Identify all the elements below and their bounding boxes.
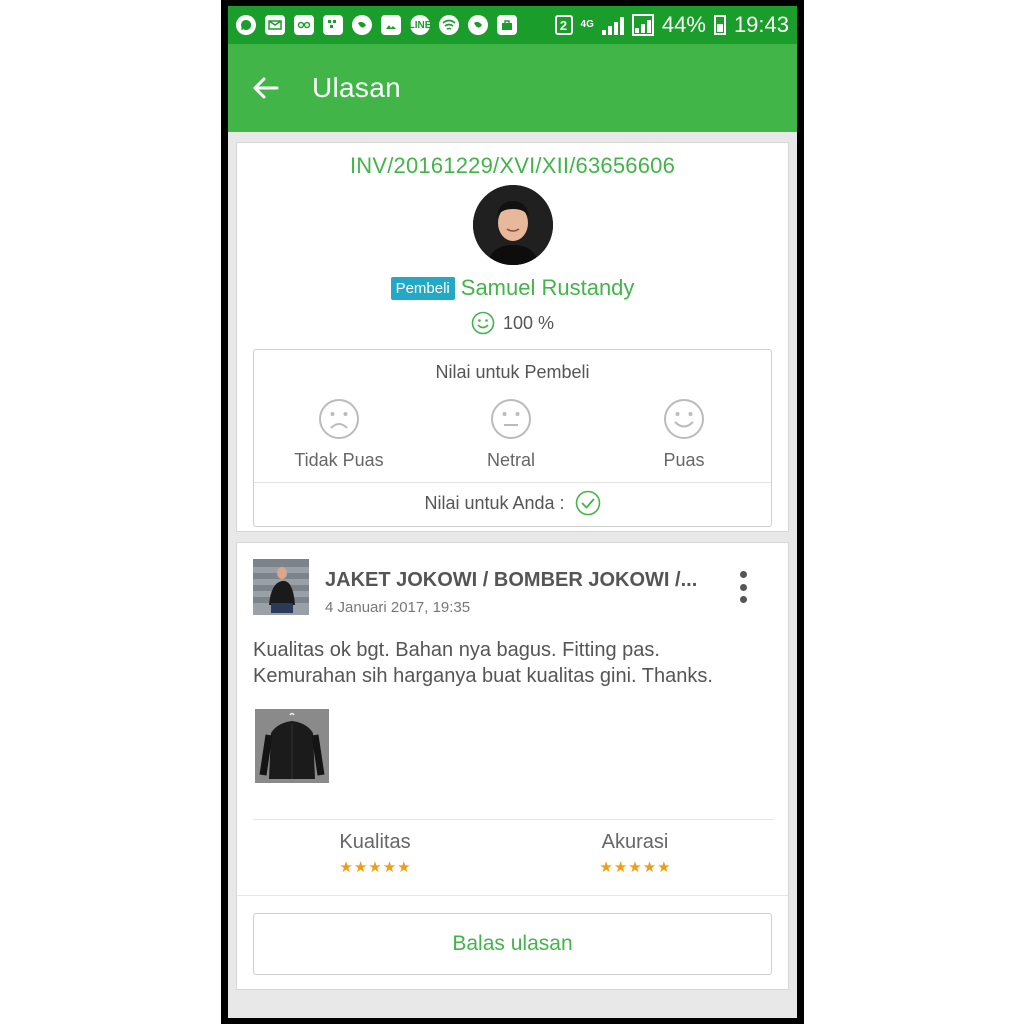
signal-icon	[601, 15, 624, 35]
your-rating-row: Nilai untuk Anda :	[254, 490, 771, 516]
reply-review-button[interactable]: Balas ulasan	[253, 913, 772, 975]
star-rating: ★ ★ ★ ★ ★	[295, 860, 455, 875]
star-icon: ★	[339, 859, 353, 876]
gallery-icon	[381, 15, 401, 35]
buyer-name[interactable]: Samuel Rustandy	[461, 275, 635, 301]
signal-icon-2	[631, 14, 654, 36]
rating-option-not-satisfied[interactable]: Tidak Puas	[254, 398, 424, 471]
rating-option-neutral[interactable]: Netral	[426, 398, 596, 471]
line-icon: LINE	[409, 15, 431, 35]
divider	[253, 819, 774, 820]
buyer-card: INV/20161229/XVI/XII/63656606 Pembeli Sa…	[236, 142, 789, 532]
attribute-accuracy: Akurasi ★ ★ ★ ★ ★	[555, 831, 715, 875]
status-right: 2 4G 44% 19:43	[554, 12, 789, 38]
arrow-left-icon	[253, 77, 279, 99]
attribute-quality: Kualitas ★ ★ ★ ★ ★	[295, 831, 455, 875]
review-text-line: Kualitas ok bgt. Bahan nya bagus. Fittin…	[253, 639, 660, 661]
star-icon: ★	[628, 859, 642, 876]
reputation-percent: 100 %	[502, 312, 555, 333]
bbm-icon	[323, 15, 343, 35]
attribute-label: Kualitas	[339, 831, 411, 853]
star-icon: ★	[599, 859, 613, 876]
rating-title: Nilai untuk Pembeli	[435, 362, 590, 382]
star-rating: ★ ★ ★ ★ ★	[555, 860, 715, 875]
product-title[interactable]: JAKET JOKOWI / BOMBER JOKOWI /...	[325, 569, 725, 592]
divider	[254, 482, 771, 483]
star-icon: ★	[353, 859, 368, 876]
page-title: Ulasan	[312, 72, 401, 103]
notification-icons: LINE	[236, 15, 517, 35]
whatsapp-icon	[236, 15, 256, 35]
your-rating-label: Nilai untuk Anda :	[424, 492, 565, 513]
screen: LINE 2 4G 44% 19:43 Ulasan INV/20161229/…	[228, 6, 797, 1018]
product-thumbnail[interactable]	[253, 559, 309, 615]
email-icon	[265, 15, 285, 35]
sim-indicator: 2	[554, 15, 573, 35]
happy-face-icon	[664, 399, 704, 439]
star-icon: ★	[642, 859, 657, 876]
voicemail-icon	[294, 15, 314, 35]
divider	[237, 895, 788, 896]
rating-option-label: Puas	[663, 450, 705, 470]
sad-face-icon	[319, 399, 359, 439]
rating-option-label: Tidak Puas	[294, 450, 384, 470]
review-date: 4 Januari 2017, 19:35	[325, 599, 471, 616]
star-icon: ★	[397, 859, 411, 876]
rating-option-satisfied[interactable]: Puas	[599, 398, 769, 471]
buyer-rating-box: Nilai untuk Pembeli Tidak Puas Netral Pu…	[253, 349, 772, 527]
review-text: Kualitas ok bgt. Bahan nya bagus. Fittin…	[253, 637, 778, 689]
buyer-row: Pembeli Samuel Rustandy	[237, 275, 788, 301]
more-options-button[interactable]	[731, 569, 755, 605]
shop-icon	[497, 15, 517, 35]
star-icon: ★	[368, 859, 382, 876]
buyer-avatar[interactable]	[473, 185, 553, 265]
attribute-label: Akurasi	[601, 831, 669, 853]
uc-browser-icon	[352, 15, 372, 35]
star-icon: ★	[382, 859, 397, 876]
star-icon: ★	[657, 859, 671, 876]
more-vertical-icon-dot	[739, 583, 747, 591]
uc-browser-icon-2	[468, 15, 488, 35]
invoice-number[interactable]: INV/20161229/XVI/XII/63656606	[237, 153, 788, 179]
reputation-row: 100 %	[237, 311, 788, 335]
battery-icon	[713, 15, 726, 35]
rating-option-label: Netral	[486, 450, 535, 470]
wifi-icon	[439, 15, 459, 35]
check-circle-icon	[575, 490, 600, 516]
clock: 19:43	[733, 12, 789, 37]
more-vertical-icon-dot	[739, 596, 747, 603]
back-button[interactable]	[228, 44, 302, 132]
review-photo[interactable]	[255, 709, 329, 783]
review-text-line: Kemurahan sih harganya buat kualitas gin…	[253, 665, 713, 687]
star-icon: ★	[613, 859, 628, 876]
battery-percent: 44%	[661, 12, 706, 37]
more-vertical-icon-dot	[739, 571, 747, 578]
review-card: JAKET JOKOWI / BOMBER JOKOWI /... 4 Janu…	[236, 542, 789, 990]
neutral-face-icon	[491, 399, 531, 439]
network-type: 4G	[580, 19, 594, 30]
app-bar: Ulasan	[228, 44, 797, 132]
buyer-badge: Pembeli	[390, 276, 455, 300]
smile-icon	[471, 311, 495, 335]
status-bar: LINE 2 4G 44% 19:43	[228, 6, 797, 44]
